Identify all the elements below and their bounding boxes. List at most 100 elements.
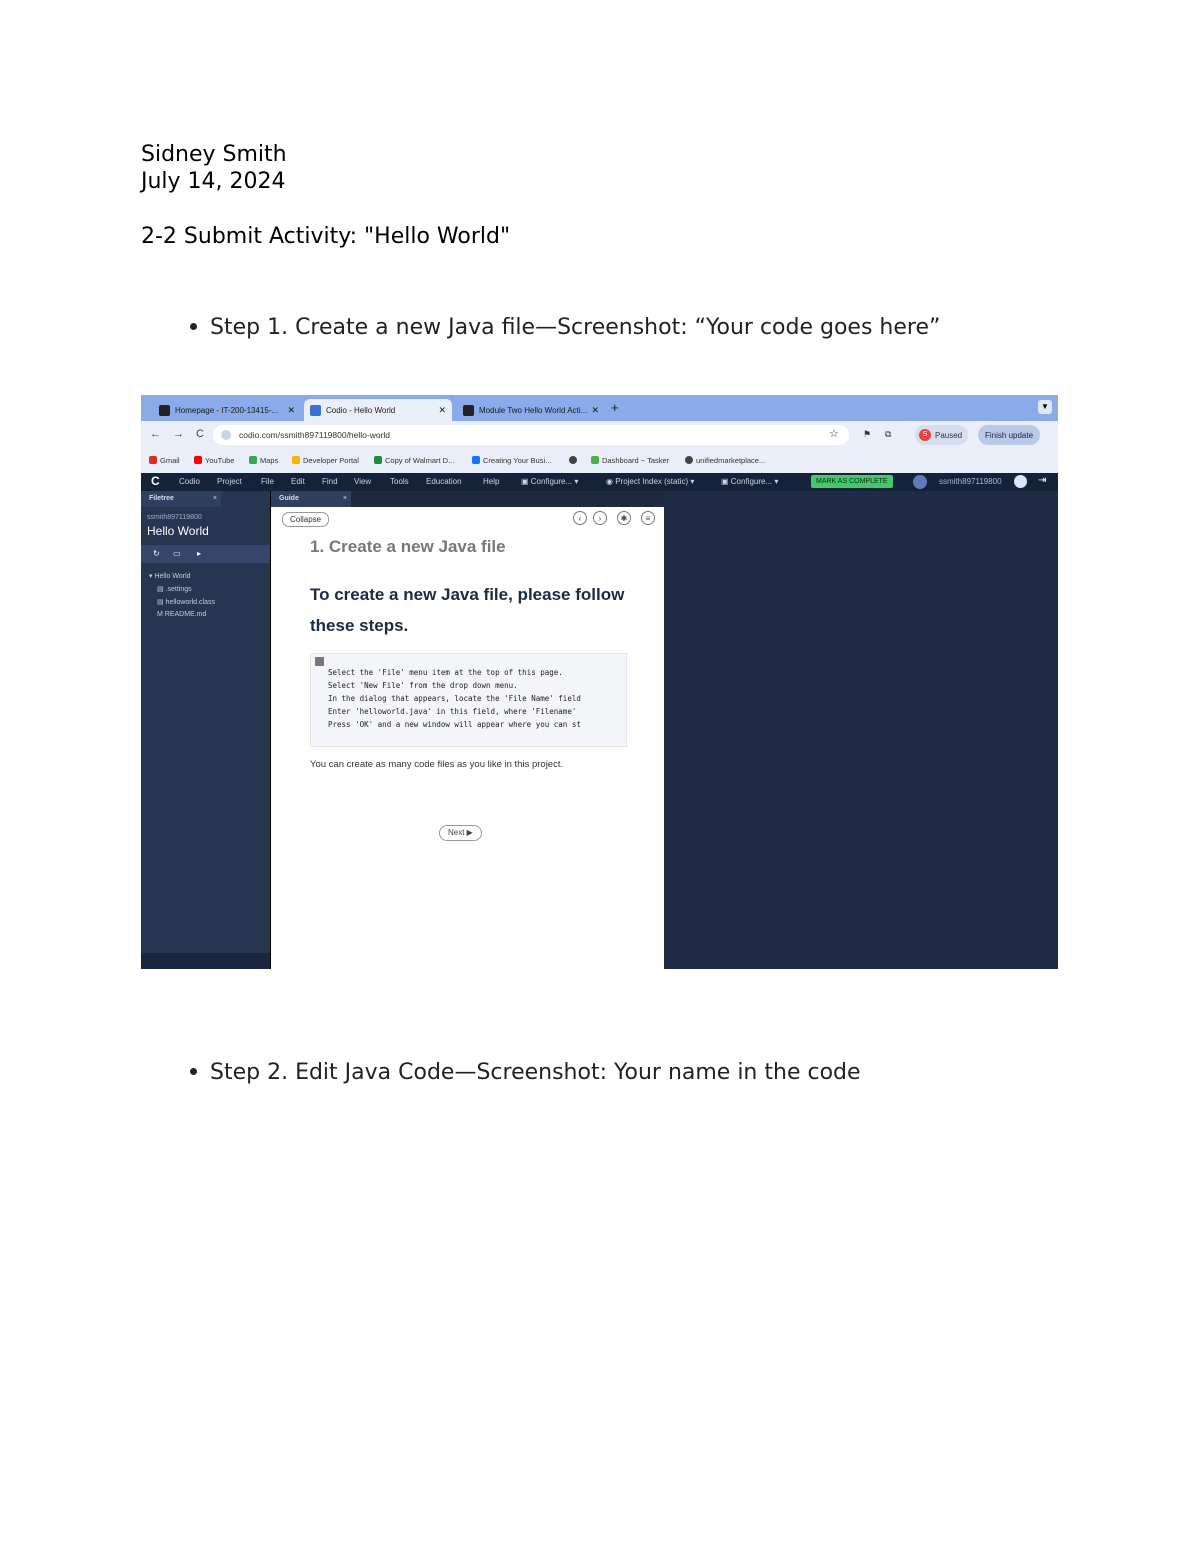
tree-item-root[interactable]: ▾ Hello World: [149, 572, 191, 580]
filetree-toolbar: ↻ ▭ ▸: [141, 545, 270, 563]
bullet-icon: [190, 322, 197, 330]
site-icon: [472, 456, 480, 464]
code-line: Select the 'File' menu item at the top o…: [328, 668, 563, 677]
youtube-icon: [194, 456, 202, 464]
collapse-button[interactable]: Collapse: [282, 512, 330, 527]
profile-paused-button[interactable]: S Paused: [915, 425, 969, 445]
filetree-footer: [141, 953, 270, 969]
browser-tab-codio[interactable]: Codio - Hello World ✕: [304, 399, 452, 421]
mark-as-complete-button[interactable]: MARK AS COMPLETE: [811, 475, 893, 488]
next-button[interactable]: Next ▶: [439, 825, 482, 841]
bookmark-star-icon[interactable]: ☆: [829, 427, 839, 440]
bookmark-creating-business[interactable]: Creating Your Busi...: [472, 456, 551, 465]
reload-icon[interactable]: C: [196, 428, 204, 440]
bookmark-globe[interactable]: [569, 456, 580, 465]
guide-note: You can create as many code files as you…: [310, 759, 564, 770]
tree-item-readme[interactable]: M README.md: [157, 611, 206, 618]
bullet-icon: [190, 1067, 197, 1075]
menu-tools[interactable]: Tools: [390, 477, 409, 486]
bookmarks-bar: Gmail YouTube Maps Developer Portal Copy…: [141, 449, 1058, 474]
tab-search-chevron-icon[interactable]: ▼: [1038, 400, 1052, 414]
browser-tab-module[interactable]: Module Two Hello World Acti... ✕: [457, 399, 605, 421]
back-arrow-icon[interactable]: ←: [150, 428, 161, 440]
step-1-text: Step 1. Create a new Java file—Screensho…: [210, 315, 941, 340]
filetree-user: ssmith897119800: [147, 514, 202, 521]
menu-project[interactable]: Project: [217, 477, 242, 486]
close-tab-icon[interactable]: ✕: [591, 405, 599, 416]
code-line: In the dialog that appears, locate the '…: [328, 694, 581, 703]
close-tab-icon[interactable]: ✕: [438, 405, 446, 416]
step-2-text: Step 2. Edit Java Code—Screenshot: Your …: [210, 1060, 861, 1085]
address-bar[interactable]: codio.com/ssmith897119800/hello-world: [213, 425, 849, 445]
globe-icon: [569, 456, 577, 464]
new-tab-button[interactable]: +: [611, 400, 619, 415]
configure-dropdown-2[interactable]: ▣ Configure... ▾: [721, 477, 778, 486]
step-1-bullet: Step 1. Create a new Java file—Screensho…: [190, 315, 940, 340]
document-title: 2-2 Submit Activity: "Hello World": [141, 224, 511, 249]
step-2-bullet: Step 2. Edit Java Code—Screenshot: Your …: [190, 1060, 861, 1085]
forward-arrow-icon[interactable]: →: [173, 428, 184, 440]
theme-moon-icon[interactable]: [913, 475, 927, 489]
menu-find[interactable]: Find: [322, 477, 338, 486]
author-name: Sidney Smith: [141, 142, 287, 167]
close-tab-icon[interactable]: ✕: [287, 405, 295, 416]
next-chevron-icon[interactable]: ›: [593, 511, 607, 525]
guide-tab-bar: Guide ×: [271, 491, 665, 507]
gmail-icon: [149, 456, 157, 464]
code-line: Enter 'helloworld.java' in this field, w…: [328, 707, 577, 716]
project-index-dropdown[interactable]: ◉ Project Index (static) ▾: [606, 477, 694, 486]
power-icon[interactable]: [1014, 475, 1027, 488]
menu-edit[interactable]: Edit: [291, 477, 305, 486]
refresh-icon[interactable]: ↻: [153, 549, 160, 558]
close-icon[interactable]: ×: [213, 491, 217, 507]
menu-codio[interactable]: Codio: [179, 477, 200, 486]
bookmark-unified[interactable]: unifiedmarketplace...: [685, 456, 765, 465]
logout-icon[interactable]: ⇥: [1038, 475, 1046, 486]
menu-list-icon[interactable]: ≡: [641, 511, 655, 525]
snhu-favicon-icon: [159, 404, 170, 416]
extensions-puzzle-icon[interactable]: ⧉: [885, 429, 891, 440]
editor-panel[interactable]: [664, 491, 1058, 969]
instructions-code-block: Select the 'File' menu item at the top o…: [310, 653, 627, 747]
menu-education[interactable]: Education: [426, 477, 462, 486]
tree-item-class[interactable]: ▤ helloworld.class: [157, 598, 215, 606]
bookmark-youtube[interactable]: YouTube: [194, 456, 234, 465]
globe-icon: [685, 456, 693, 464]
codio-logo[interactable]: C: [151, 474, 160, 488]
extension-icon[interactable]: ⚑: [863, 429, 871, 440]
menu-help[interactable]: Help: [483, 477, 499, 486]
url-text: codio.com/ssmith897119800/hello-world: [239, 430, 391, 440]
run-icon[interactable]: ▸: [197, 549, 201, 558]
settings-gear-icon[interactable]: ✱: [617, 511, 631, 525]
bookmark-walmart[interactable]: Copy of Walmart D...: [374, 456, 454, 465]
codio-favicon-icon: [310, 404, 321, 416]
site-info-icon[interactable]: [221, 430, 231, 440]
codio-screenshot: Homepage - IT-200-13415-... ✕ Codio - Hel…: [141, 395, 1058, 969]
new-folder-icon[interactable]: ▭: [173, 549, 181, 558]
bookmark-developer-portal[interactable]: Developer Portal: [292, 456, 359, 465]
browser-toolbar: ← → C codio.com/ssmith897119800/hello-wo…: [141, 421, 1058, 449]
menu-view[interactable]: View: [354, 477, 371, 486]
prev-icon[interactable]: ‹: [573, 511, 587, 525]
code-line: Select 'New File' from the drop down men…: [328, 681, 518, 690]
tab-guide[interactable]: Guide ×: [271, 491, 351, 507]
bookmark-dashboard[interactable]: Dashboard ~ Tasker: [591, 456, 669, 465]
filetree-panel: Filetree × ssmith897119800 Hello World ↻ …: [141, 491, 270, 969]
bookmark-gmail[interactable]: Gmail: [149, 456, 180, 465]
bookmark-maps[interactable]: Maps: [249, 456, 278, 465]
code-line: Press 'OK' and a new window will appear …: [328, 720, 581, 729]
menu-file[interactable]: File: [261, 477, 274, 486]
code-block-icon: [315, 657, 324, 666]
tab-filetree[interactable]: Filetree ×: [141, 491, 221, 507]
browser-tab-homepage[interactable]: Homepage - IT-200-13415-... ✕: [153, 399, 301, 421]
document-date: July 14, 2024: [141, 169, 286, 194]
tree-item-settings[interactable]: ▤ .settings: [157, 585, 192, 593]
guide-panel: Guide × Collapse ‹ › ✱ ≡ 1. Create a new …: [270, 491, 665, 969]
portal-icon: [292, 456, 300, 464]
snhu-favicon-icon: [463, 404, 474, 416]
dashboard-icon: [591, 456, 599, 464]
configure-dropdown[interactable]: ▣ Configure... ▾: [521, 477, 578, 486]
finish-update-button[interactable]: Finish update: [978, 425, 1041, 445]
guide-heading: 1. Create a new Java file: [310, 537, 506, 556]
close-icon[interactable]: ×: [343, 491, 347, 507]
